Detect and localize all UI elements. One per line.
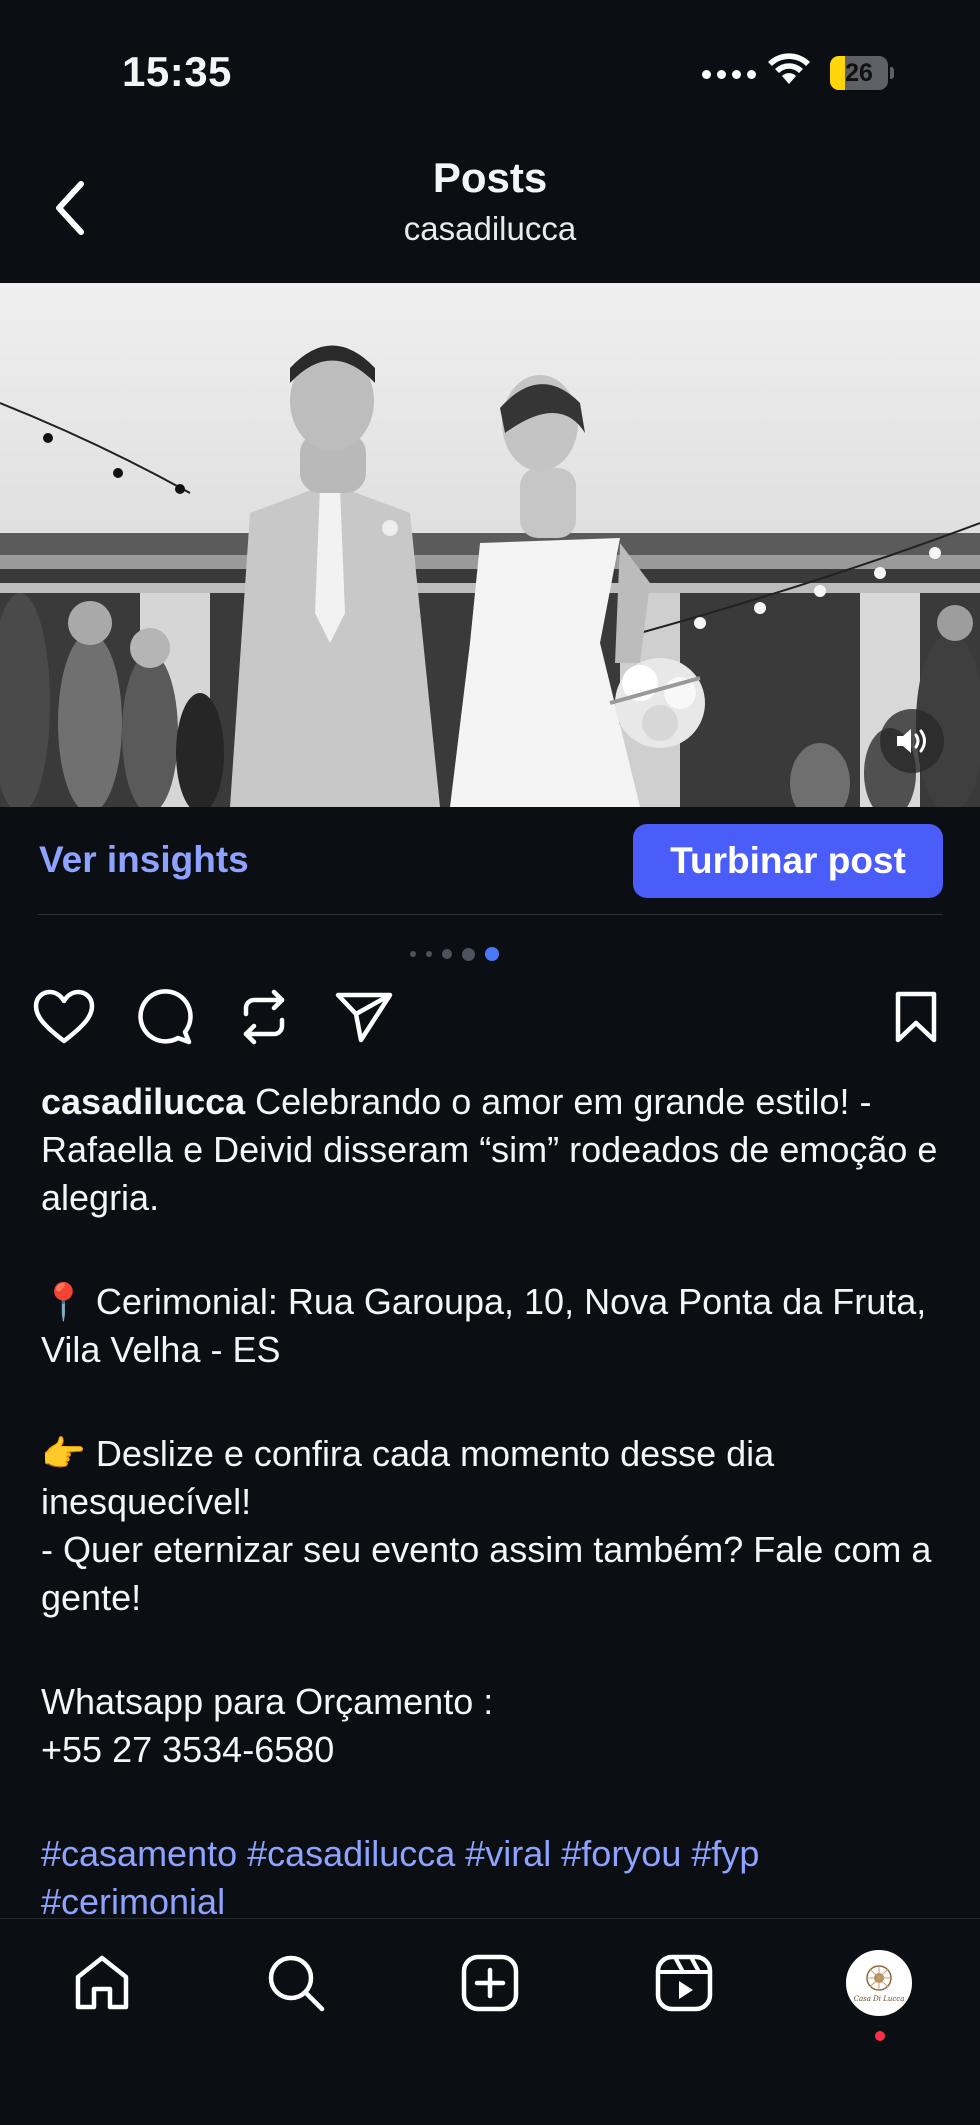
speaker-icon [897,729,926,753]
heart-icon [33,989,95,1044]
save-button[interactable] [884,985,948,1049]
page-header: Posts casadilucca [0,140,980,282]
casa-di-lucca-logo [866,1965,892,1991]
caption-cta: - Quer eternizar seu evento assim também… [41,1529,932,1618]
wedding-photo [0,283,980,807]
caption-location: 📍 Cerimonial: Rua Garoupa, 10, Nova Pont… [41,1278,941,1374]
boost-post-button[interactable]: Turbinar post [633,824,943,898]
tab-reels[interactable] [648,1947,720,2019]
caption-phone[interactable]: +55 27 3534-6580 [41,1726,941,1774]
caption-swipe-text: Deslize e confira cada momento desse dia… [41,1433,775,1522]
tab-create[interactable] [454,1947,526,2019]
view-insights-link[interactable]: Ver insights [39,839,249,881]
carousel-dot [426,951,432,957]
battery-icon: 26 [830,56,894,90]
caption-whatsapp-label: Whatsapp para Orçamento : [41,1681,494,1722]
home-icon [75,1955,129,2010]
status-time: 15:35 [122,48,232,95]
comment-icon [138,989,193,1045]
pointing-hand-icon: 👉 [41,1433,86,1474]
send-icon [335,992,393,1043]
caption-username[interactable]: casadilucca [41,1081,245,1122]
notification-dot [875,2031,885,2041]
pin-icon: 📍 [41,1281,86,1322]
post-caption: casadilucca Celebrando o amor em grande … [41,1078,941,1926]
post-media[interactable] [0,283,980,807]
sound-toggle-button[interactable] [880,709,944,773]
bottom-navigation: Casa Di Lucca [0,1918,980,2125]
repost-icon [243,989,285,1045]
battery-level: 26 [845,59,873,87]
signal-dots-icon [702,70,756,79]
insights-row: Ver insights Turbinar post [0,807,980,915]
search-icon [268,1955,325,2012]
plus-square-icon [461,1954,519,2012]
caption-hashtags[interactable]: #casamento #casadilucca #viral #foryou #… [41,1830,941,1926]
comment-button[interactable] [132,985,196,1049]
caption-intro: casadilucca Celebrando o amor em grande … [41,1078,941,1222]
tab-home[interactable] [66,1947,138,2019]
carousel-dot [410,951,416,957]
caption-location-text: Cerimonial: Rua Garoupa, 10, Nova Ponta … [41,1281,927,1370]
reels-icon [655,1954,713,2012]
tab-profile-avatar[interactable]: Casa Di Lucca [846,1950,912,2016]
divider [37,914,943,915]
profile-logo-text: Casa Di Lucca [853,1995,905,2003]
carousel-indicator [410,944,499,964]
page-subtitle: casadilucca [403,210,577,247]
carousel-dot [485,947,499,961]
post-actions [0,985,980,1059]
bookmark-icon [895,991,937,1043]
wifi-icon [767,52,811,91]
page-title: Posts [432,154,548,201]
tab-search[interactable] [260,1947,332,2019]
caption-swipe: 👉 Deslize e confira cada momento desse d… [41,1430,941,1526]
carousel-dot [442,949,452,959]
like-button[interactable] [32,985,96,1049]
status-bar: 15:35 26 [0,0,980,140]
share-button[interactable] [332,985,396,1049]
carousel-dot [462,947,475,961]
repost-button[interactable] [232,985,296,1049]
